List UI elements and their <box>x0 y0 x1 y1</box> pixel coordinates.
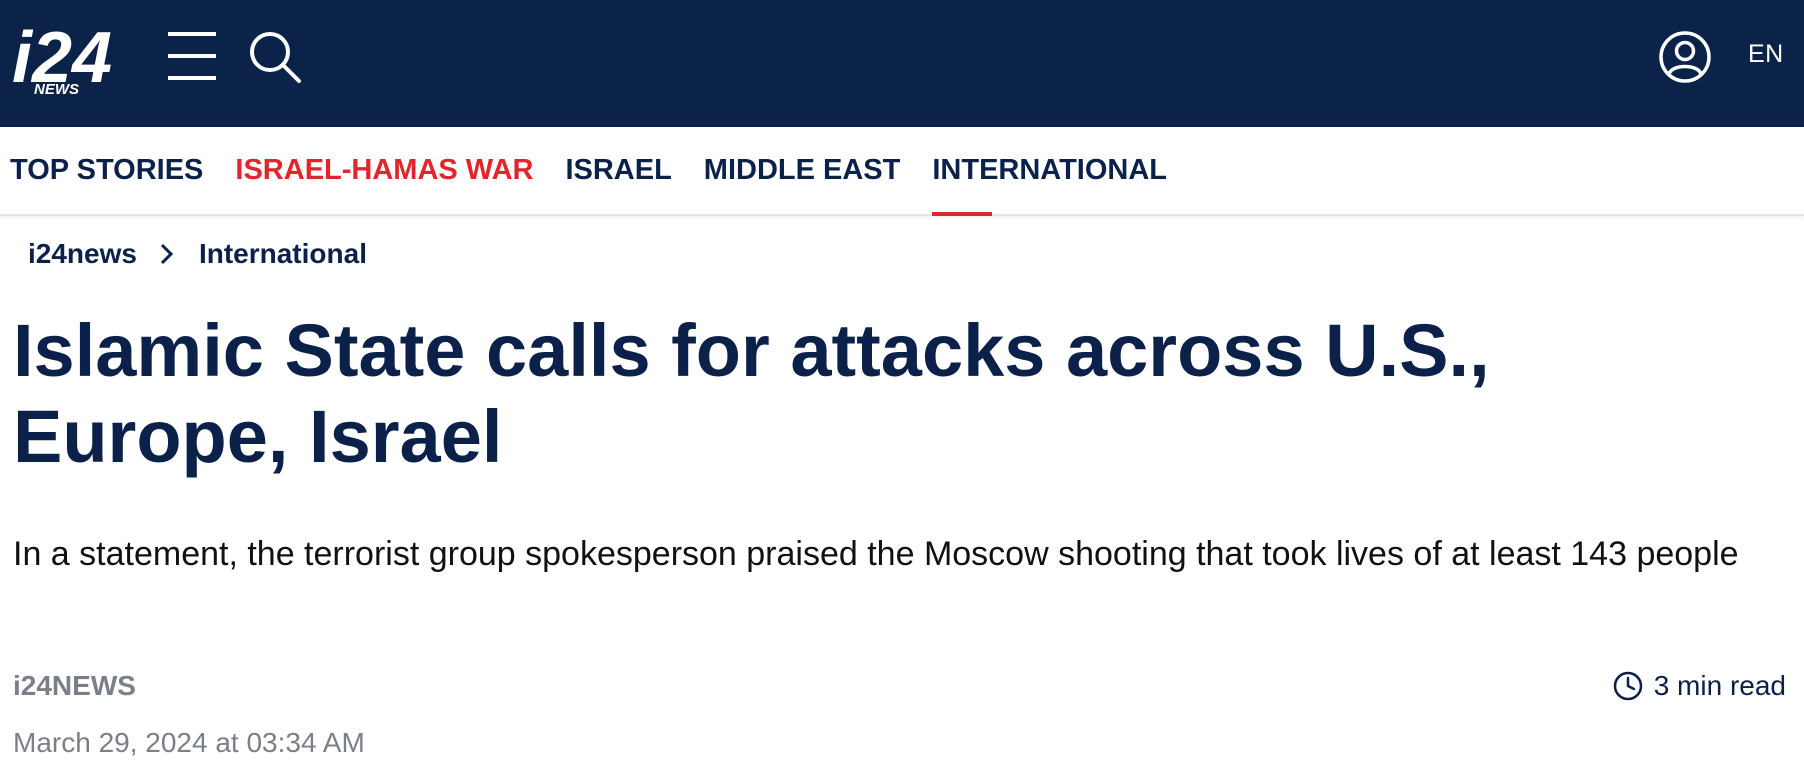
nav-item-label: TOP STORIES <box>10 154 204 186</box>
nav-item-international[interactable]: INTERNATIONAL <box>932 127 1168 216</box>
user-account-icon[interactable] <box>1658 30 1712 84</box>
clock-icon <box>1613 671 1642 701</box>
hamburger-menu-icon[interactable] <box>166 30 218 82</box>
nav-item-top-stories[interactable]: TOP STORIES <box>10 127 203 214</box>
article-author[interactable]: i24NEWS <box>13 670 136 702</box>
read-time-label: 3 min read <box>1653 670 1786 701</box>
nav-item-label: INTERNATIONAL <box>932 154 1168 186</box>
read-time: 3 min read <box>1612 670 1786 702</box>
nav-item-label: ISRAEL-HAMAS WAR <box>235 154 534 186</box>
logo-sub-text: NEWS <box>34 81 79 98</box>
i24news-logo[interactable]: i24 NEWS <box>8 20 140 98</box>
section-nav: TOP STORIES ISRAEL-HAMAS WAR ISRAEL MIDD… <box>0 127 1804 216</box>
article-subheadline: In a statement, the terrorist group spok… <box>13 535 1739 573</box>
breadcrumb-home-link[interactable]: i24news <box>28 238 137 270</box>
nav-item-label: MIDDLE EAST <box>703 154 901 186</box>
chevron-right-icon <box>160 243 174 265</box>
article-date: March 29, 2024 at 03:34 AM <box>13 727 365 758</box>
nav-item-israel-hamas-war[interactable]: ISRAEL-HAMAS WAR <box>235 127 533 214</box>
search-icon[interactable] <box>248 30 302 84</box>
language-switcher[interactable]: EN <box>1748 40 1784 69</box>
article-headline: Islamic State calls for attacks across U… <box>13 309 1490 478</box>
nav-item-label: ISRAEL <box>565 154 672 186</box>
nav-active-underline <box>932 212 993 216</box>
nav-item-middle-east[interactable]: MIDDLE EAST <box>704 127 901 214</box>
breadcrumb-current-link[interactable]: International <box>199 238 367 270</box>
breadcrumb: i24news International <box>28 238 367 270</box>
nav-item-israel[interactable]: ISRAEL <box>565 127 671 214</box>
top-header-bar: i24 NEWS EN <box>0 0 1804 127</box>
